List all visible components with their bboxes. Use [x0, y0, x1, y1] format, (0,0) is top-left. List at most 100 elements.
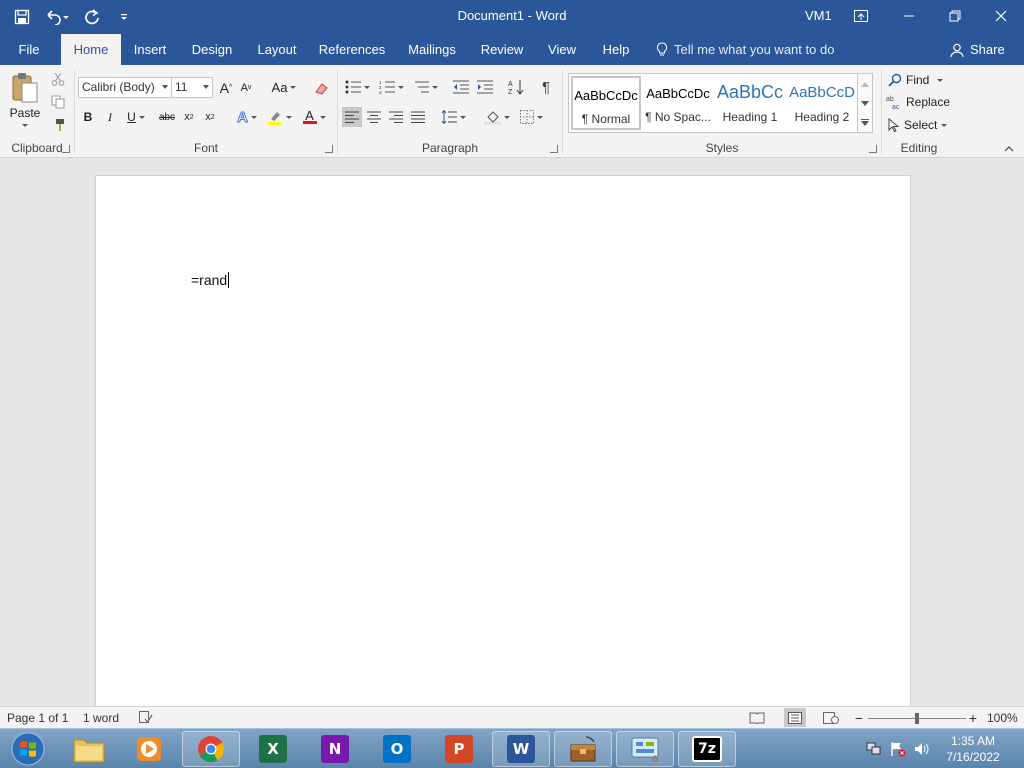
proofing-icon[interactable] [138, 710, 154, 725]
system-clock[interactable]: 1:35 AM 7/16/2022 [930, 733, 1016, 765]
paste-button[interactable]: Paste [6, 69, 44, 129]
taskbar-network-app[interactable] [554, 731, 612, 767]
taskbar-outlook[interactable]: O [368, 731, 426, 767]
align-right-icon[interactable] [386, 107, 406, 127]
paragraph-group: 123 AZ ¶ Paragraph [338, 65, 562, 158]
style-heading-1[interactable]: AaBbCc Heading 1 [715, 76, 785, 130]
taskbar-excel[interactable]: X [244, 731, 302, 767]
document-page[interactable]: =rand [95, 175, 911, 706]
print-layout-icon[interactable] [784, 708, 806, 727]
styles-scroll-down-icon[interactable] [858, 95, 872, 111]
align-center-icon[interactable] [364, 107, 384, 127]
style-normal[interactable]: AaBbCcDc ¶ Normal [571, 76, 641, 130]
tab-layout[interactable]: Layout [252, 34, 302, 65]
styles-scroll-up-icon[interactable] [858, 76, 872, 92]
font-color-icon[interactable]: A [299, 107, 329, 127]
clear-formatting-icon[interactable] [311, 77, 331, 98]
style-no-spacing[interactable]: AaBbCcDc ¶ No Spac... [643, 76, 713, 130]
tab-mailings[interactable]: Mailings [402, 34, 462, 65]
ribbon-display-options-icon[interactable] [838, 0, 884, 32]
start-button[interactable] [2, 731, 54, 767]
grow-font-icon[interactable]: A ^ [217, 77, 235, 98]
zoom-in-icon[interactable]: + [966, 710, 980, 726]
format-painter-icon[interactable] [48, 115, 68, 135]
word-count[interactable]: 1 word [83, 711, 119, 725]
bold-icon[interactable]: B [80, 107, 96, 127]
network-tray-icon[interactable] [866, 741, 882, 757]
justify-icon[interactable] [408, 107, 428, 127]
document-body[interactable]: =rand [191, 272, 230, 288]
tab-home[interactable]: Home [61, 34, 121, 65]
taskbar-powerpoint[interactable]: P [430, 731, 488, 767]
line-spacing-icon[interactable] [438, 107, 468, 127]
paragraph-group-label: Paragraph [421, 141, 479, 155]
italic-icon[interactable]: I [102, 107, 118, 127]
paragraph-dialog-launcher[interactable] [550, 145, 558, 153]
taskbar-7zip[interactable]: 7z [678, 731, 736, 767]
font-family-select[interactable]: Calibri (Body) [78, 77, 172, 98]
select-button[interactable]: Select [888, 116, 954, 134]
taskbar-control-panel[interactable] [616, 731, 674, 767]
borders-icon[interactable] [516, 107, 546, 127]
align-left-icon[interactable] [342, 107, 362, 127]
change-case-button[interactable]: Aa [269, 77, 299, 98]
tab-references[interactable]: References [316, 34, 388, 65]
sort-icon[interactable]: AZ [506, 77, 526, 97]
show-formatting-marks-icon[interactable]: ¶ [536, 77, 556, 97]
underline-icon[interactable]: U [124, 107, 148, 127]
styles-dialog-launcher[interactable] [869, 145, 877, 153]
read-mode-icon[interactable] [748, 710, 766, 725]
tab-insert[interactable]: Insert [126, 34, 174, 65]
volume-icon[interactable] [914, 741, 930, 757]
multilevel-list-icon[interactable] [410, 77, 440, 97]
tab-file[interactable]: File [6, 34, 52, 65]
zoom-level[interactable]: 100% [987, 711, 1018, 725]
replace-icon: abac [886, 96, 900, 109]
tab-review[interactable]: Review [476, 34, 528, 65]
find-button[interactable]: Find [888, 71, 952, 89]
cut-icon[interactable] [48, 69, 68, 89]
style-heading-2[interactable]: AaBbCcD Heading 2 [787, 76, 857, 130]
strikethrough-icon[interactable]: abc [157, 107, 177, 127]
increase-indent-icon[interactable] [474, 77, 496, 97]
copy-icon[interactable] [48, 92, 68, 112]
tab-view[interactable]: View [542, 34, 582, 65]
web-layout-icon[interactable] [822, 710, 840, 725]
taskbar-file-explorer[interactable] [60, 731, 118, 767]
zoom-slider-thumb[interactable] [915, 713, 919, 724]
page-count[interactable]: Page 1 of 1 [7, 711, 68, 725]
shading-icon[interactable] [482, 107, 512, 127]
tab-help[interactable]: Help [596, 34, 636, 65]
clipboard-dialog-launcher[interactable] [62, 145, 70, 153]
styles-more-icon[interactable] [858, 114, 872, 130]
svg-text:ab: ab [886, 96, 894, 103]
subscript-icon[interactable]: x2 [181, 107, 197, 127]
minimize-icon[interactable] [886, 0, 932, 32]
replace-button[interactable]: ab ac Replace [886, 93, 956, 111]
zoom-slider[interactable] [868, 713, 966, 724]
font-dialog-launcher[interactable] [325, 145, 333, 153]
numbering-icon[interactable]: 123 [376, 77, 406, 97]
taskbar-chrome[interactable] [182, 731, 240, 767]
text-effects-icon[interactable]: A [233, 107, 261, 127]
status-bar: Page 1 of 1 1 word − + 100% [0, 706, 1024, 728]
taskbar-media-player[interactable] [120, 731, 178, 767]
bullets-icon[interactable] [342, 77, 372, 97]
font-size-select[interactable]: 11 [171, 77, 213, 98]
tell-me-search[interactable]: Tell me what you want to do [656, 34, 834, 65]
action-center-flag-icon[interactable] [890, 741, 906, 757]
taskbar-onenote[interactable]: N [306, 731, 364, 767]
share-button[interactable]: Share [950, 34, 1005, 65]
collapse-ribbon-icon[interactable] [1002, 143, 1016, 155]
taskbar-word[interactable]: W [492, 731, 550, 767]
account-name[interactable]: VM1 [805, 8, 832, 23]
tab-design[interactable]: Design [186, 34, 238, 65]
close-icon[interactable] [978, 0, 1024, 32]
restore-icon[interactable] [932, 0, 978, 32]
decrease-indent-icon[interactable] [450, 77, 472, 97]
highlight-color-icon[interactable] [265, 107, 293, 127]
editing-group-label: Editing [900, 141, 938, 155]
zoom-out-icon[interactable]: − [852, 710, 866, 726]
shrink-font-icon[interactable]: Av [237, 77, 255, 98]
superscript-icon[interactable]: x2 [202, 107, 218, 127]
